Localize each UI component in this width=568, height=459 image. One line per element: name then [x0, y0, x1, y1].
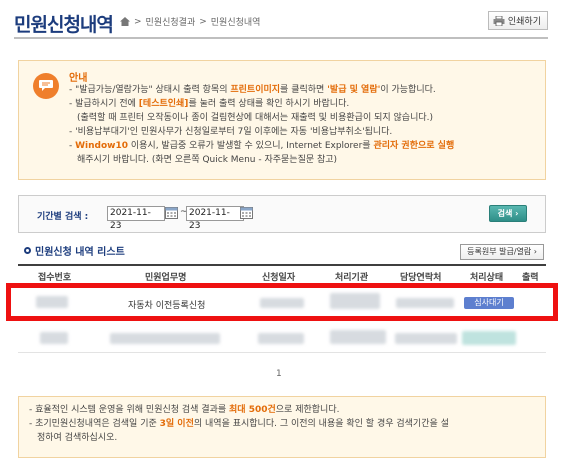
bottom-notice-line: - 효율적인 시스템 운영을 위해 민원신청 검색 결과를 최대 500건으로 …	[29, 403, 449, 417]
notice-title: 안내	[69, 73, 88, 84]
print-button[interactable]: 인쇄하기	[487, 11, 548, 30]
redacted-receipt-no	[40, 332, 68, 344]
speech-bubble-icon	[33, 73, 59, 99]
print-button-label: 인쇄하기	[507, 17, 541, 27]
notice-text-part: 이용시, 발급중 오류가 발생할 수 있으니, Internet Explore…	[128, 141, 374, 151]
page-number[interactable]: 1	[276, 369, 282, 379]
column-header-status: 처리상태	[470, 273, 504, 283]
bottom-notice-emphasis: 3일 이전	[159, 419, 194, 429]
registry-view-button[interactable]: 등록원부 발급/열람 ›	[460, 244, 544, 260]
bottom-notice-line: - 초기민원신청내역은 검색일 기준 3일 이전의 내역을 표시합니다. 그 이…	[29, 417, 449, 431]
table-top-border	[18, 264, 546, 266]
circle-bullet-icon	[24, 247, 31, 254]
home-icon[interactable]	[120, 17, 130, 26]
column-header-apply-date: 신청일자	[262, 273, 296, 283]
notice-text-part: 를 눌러 출력 상태를 확인 하시기 바랍니다.	[188, 99, 350, 109]
notice-line: - '비용납부대기'인 민원사무가 신청일로부터 7일 이후에는 자동 '비용납…	[69, 127, 393, 137]
notice-text-part: 를 클릭하면	[280, 85, 328, 95]
list-title: 민원신청 내역 리스트	[24, 243, 125, 258]
notice-line: (출력할 때 프린터 오작동이나 종이 걸림현상에 대해서는 재출력 및 비용환…	[77, 113, 433, 123]
title-divider	[14, 37, 548, 39]
breadcrumb-sep: >	[199, 16, 207, 27]
notice-line: - Window10 이용시, 발급중 오류가 발생할 수 있으니, Inter…	[69, 139, 539, 153]
table-bottom-border	[18, 352, 546, 353]
list-title-text: 민원신청 내역 리스트	[35, 247, 125, 258]
column-header-contact: 담당연락처	[400, 273, 442, 283]
bottom-notice-box: - 효율적인 시스템 운영을 위해 민원신청 검색 결과를 최대 500건으로 …	[18, 396, 546, 458]
notice-emphasis: Window10	[75, 141, 128, 151]
notice-line: - 발급하시기 전에 [테스트인쇄]를 눌러 출력 상태를 확인 하시기 바랍니…	[69, 97, 539, 111]
calendar-icon[interactable]	[240, 206, 253, 219]
column-header-task-name: 민원업무명	[145, 273, 187, 283]
printer-icon	[493, 15, 505, 26]
search-label: 기간별 검색 :	[37, 212, 89, 222]
notice-emphasis: 프린트이미지	[230, 85, 281, 95]
date-from-input[interactable]: 2021-11-23	[107, 206, 165, 231]
redacted-apply-date	[258, 333, 304, 344]
notice-box: 안내 - "발급가능/열람가능" 상태시 출력 항목의 프린트이미지를 클릭하면…	[18, 60, 546, 180]
search-button[interactable]: 검색 ›	[489, 205, 527, 222]
bottom-notice-text-part: - 효율적인 시스템 운영을 위해 민원신청 검색 결과를	[29, 405, 230, 415]
redacted-task-name	[110, 333, 220, 344]
search-panel: 기간별 검색 : 2021-11-23 ~ 2021-11-23 검색 ›	[18, 195, 546, 233]
notice-emphasis: [테스트인쇄]	[138, 99, 189, 109]
breadcrumb-sep: >	[134, 16, 142, 27]
column-header-agency: 처리기관	[335, 273, 369, 283]
redacted-agency	[330, 330, 386, 344]
notice-emphasis: 관리자 권한으로 실행	[373, 141, 455, 151]
bottom-notice-text-part: 으로 제한합니다.	[275, 405, 340, 415]
calendar-icon[interactable]	[165, 206, 178, 219]
date-to-input[interactable]: 2021-11-23	[186, 206, 244, 231]
notice-text-part: - 발급하시기 전에	[69, 99, 139, 109]
column-header-output: 출력	[522, 273, 539, 283]
breadcrumb: > 민원신청결과 > 민원신청내역	[120, 15, 260, 28]
notice-text: - "발급가능/열람가능" 상태시 출력 항목의 프린트이미지를 클릭하면 '발…	[69, 83, 539, 167]
notice-line: 해주시기 바랍니다. (화면 오른쪽 Quick Menu - 자주묻는질문 참…	[77, 155, 338, 165]
notice-emphasis: '발급 및 열람'	[327, 85, 381, 95]
redacted-contact	[395, 333, 457, 344]
notice-text-part: - "발급가능/열람가능" 상태시 출력 항목의	[69, 85, 231, 95]
page-title: 민원신청내역	[14, 14, 114, 36]
notice-line: - "발급가능/열람가능" 상태시 출력 항목의 프린트이미지를 클릭하면 '발…	[69, 83, 539, 97]
bottom-notice-text: - 효율적인 시스템 운영을 위해 민원신청 검색 결과를 최대 500건으로 …	[29, 403, 449, 445]
notice-text-part: 이 가능합니다.	[380, 85, 436, 95]
redacted-status	[462, 331, 516, 345]
bottom-notice-line: 정하여 검색하십시오.	[37, 433, 118, 443]
bottom-notice-emphasis: 최대 500건	[229, 405, 276, 415]
breadcrumb-item-results[interactable]: 민원신청결과	[146, 15, 196, 28]
column-header-receipt-no: 접수번호	[38, 273, 72, 283]
bottom-notice-text-part: 의 내역을 표시합니다. 그 이전의 내용을 확인 할 경우 검색기간을 설	[193, 419, 449, 429]
breadcrumb-item-current: 민원신청내역	[210, 18, 261, 28]
bottom-notice-text-part: - 초기민원신청내역은 검색일 기준	[29, 419, 160, 429]
highlight-box	[6, 283, 558, 321]
